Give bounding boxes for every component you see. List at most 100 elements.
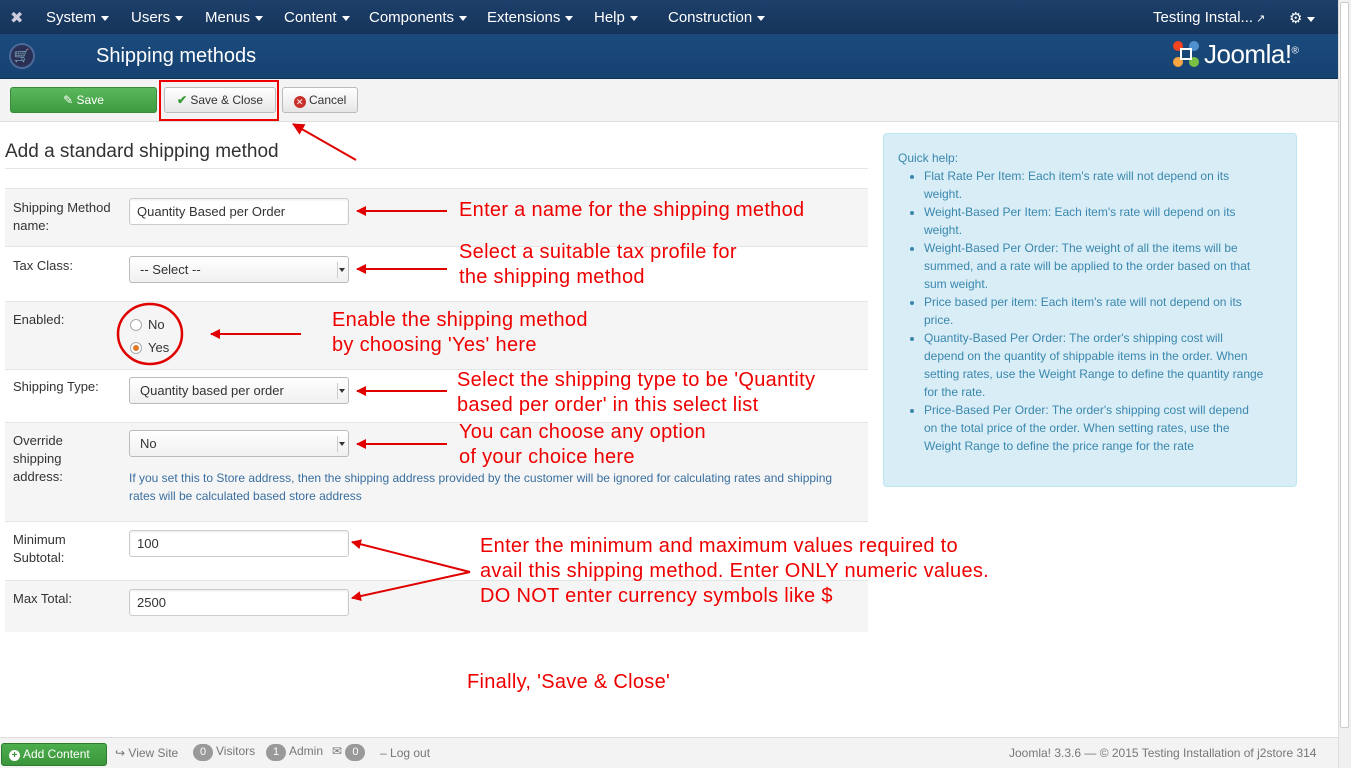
messages-status[interactable]: ✉ 0 (332, 744, 368, 761)
quick-help-item: Weight-Based Per Item: Each item's rate … (924, 203, 1264, 239)
form-heading: Add a standard shipping method (5, 141, 279, 162)
plus-icon: + (9, 750, 20, 761)
add-content-button[interactable]: + Add Content (1, 743, 107, 766)
menu-content[interactable]: Content (284, 9, 350, 26)
enabled-radio-yes[interactable]: Yes (130, 340, 169, 355)
max-total-input[interactable]: 2500 (129, 589, 349, 616)
caret-down-icon (629, 15, 638, 21)
shipping-type-value: Quantity based per order (140, 383, 284, 398)
visitors-status: 0 Visitors (193, 744, 255, 761)
annotation-type-2: based per order' in this select list (457, 394, 759, 416)
annotation-tax-1: Select a suitable tax profile for (459, 241, 737, 263)
override-shipping-address-label: Override shipping address: (13, 433, 63, 484)
annotation-minmax-1: Enter the minimum and maximum values req… (480, 535, 958, 557)
minimum-subtotal-input[interactable]: 100 (129, 530, 349, 557)
view-site-link[interactable]: ↪ View Site (115, 746, 178, 760)
joomla-logo-text: Joomla!® (1204, 39, 1299, 70)
override-shipping-address-select[interactable]: No (129, 430, 349, 457)
window-edge (1351, 0, 1366, 768)
quick-help-item: Weight-Based Per Order: The weight of al… (924, 239, 1264, 293)
annotation-type-1: Select the shipping type to be 'Quantity (457, 369, 816, 391)
quick-help-item: Flat Rate Per Item: Each item's rate wil… (924, 167, 1264, 203)
admin-count-badge: 1 (266, 744, 286, 761)
caret-down-icon (757, 15, 766, 21)
edit-icon: ✎ (63, 93, 74, 107)
tax-class-select[interactable]: -- Select -- (129, 256, 349, 283)
quick-help-panel: Quick help: Flat Rate Per Item: Each ite… (883, 133, 1297, 487)
menu-users-label: Users (131, 9, 171, 26)
menu-components[interactable]: Components (369, 9, 468, 26)
logo-registered-mark: ® (1291, 45, 1299, 57)
cancel-button[interactable]: ✕ Cancel (282, 87, 358, 113)
logo-wordmark: Joomla! (1204, 39, 1292, 69)
logout-link[interactable]: – Log out (380, 746, 430, 760)
divider (5, 168, 868, 169)
select-arrow-icon (337, 262, 345, 278)
arrow-save-close (292, 123, 357, 161)
logout-icon: – (380, 746, 387, 760)
cancel-icon: ✕ (293, 96, 306, 108)
save-button[interactable]: ✎ Save (10, 87, 157, 113)
caret-down-icon (1307, 16, 1316, 22)
caret-down-icon (255, 15, 264, 21)
copyright-text: Joomla! 3.3.6 — © 2015 Testing Installat… (1009, 746, 1317, 760)
select-arrow-icon (337, 436, 345, 452)
logout-label: Log out (390, 746, 431, 760)
quick-help-title: Quick help: (898, 151, 959, 165)
page-header: 🛒 Shipping methods Joomla!® (0, 34, 1338, 79)
tax-class-label: Tax Class: (13, 258, 73, 273)
scrollbar-thumb[interactable] (1340, 2, 1349, 728)
annotation-name: Enter a name for the shipping method (459, 199, 805, 221)
menu-help-label: Help (594, 9, 625, 26)
user-settings-menu[interactable]: ⚙ (1289, 9, 1316, 27)
form-row-override: Override shipping address: No If you set… (5, 422, 868, 521)
caret-down-icon (565, 15, 574, 21)
joomla-menu-icon[interactable]: ✖ (10, 8, 23, 28)
tax-class-value: -- Select -- (140, 262, 201, 277)
select-arrow-icon (337, 383, 345, 399)
annotation-enabled-2: by choosing 'Yes' here (332, 334, 537, 356)
menu-system[interactable]: System (46, 9, 110, 26)
status-footer: + Add Content ↪ View Site 0 Visitors 1 Admi… (0, 737, 1338, 768)
menu-menus[interactable]: Menus (205, 9, 264, 26)
shipping-method-name-input[interactable]: Quantity Based per Order (129, 198, 349, 225)
top-navbar: ✖ System Users Menus Content Components … (0, 0, 1338, 34)
view-site-label: View Site (128, 746, 179, 760)
menu-users[interactable]: Users (131, 9, 184, 26)
annotation-minmax-2: avail this shipping method. Enter ONLY n… (480, 560, 990, 582)
external-link-icon: ↗ (1256, 13, 1266, 25)
enabled-label: Enabled: (13, 312, 65, 327)
menu-extensions-label: Extensions (487, 9, 561, 26)
caret-down-icon (459, 15, 468, 21)
quick-help-item: Quantity-Based Per Order: The order's sh… (924, 329, 1264, 401)
menu-menus-label: Menus (205, 9, 251, 26)
menu-system-label: System (46, 9, 97, 26)
menu-content-label: Content (284, 9, 337, 26)
override-help-text: If you set this to Store address, then t… (129, 471, 833, 503)
cancel-button-label: Cancel (308, 93, 347, 107)
menu-construction[interactable]: Construction (668, 9, 766, 26)
minimum-subtotal-label: Minimum Subtotal: (13, 532, 66, 565)
shipping-type-select[interactable]: Quantity based per order (129, 377, 349, 404)
radio-button-selected[interactable] (130, 342, 142, 354)
messages-count-badge: 0 (345, 744, 366, 761)
page-title: Shipping methods (96, 45, 257, 67)
menu-extensions[interactable]: Extensions (487, 9, 574, 26)
annotation-finally: Finally, 'Save & Close' (467, 671, 671, 693)
gear-icon: ⚙ (1289, 10, 1303, 27)
radio-button[interactable] (130, 319, 142, 331)
annotation-override-2: of your choice here (459, 446, 635, 468)
annotation-tax-2: the shipping method (459, 266, 645, 288)
admin-label: Admin (289, 744, 324, 758)
caret-down-icon (341, 15, 350, 21)
external-link-icon: ↪ (115, 746, 126, 760)
enabled-radio-no[interactable]: No (130, 317, 165, 332)
site-link[interactable]: Testing Instal... ↗ (1153, 9, 1265, 26)
max-total-label: Max Total: (13, 591, 73, 606)
override-value: No (140, 436, 157, 451)
annotation-minmax-3: DO NOT enter currency symbols like $ (480, 585, 833, 607)
visitors-label: Visitors (216, 744, 256, 758)
menu-help[interactable]: Help (594, 9, 638, 26)
caret-down-icon (175, 15, 184, 21)
add-content-label: Add Content (23, 747, 90, 761)
